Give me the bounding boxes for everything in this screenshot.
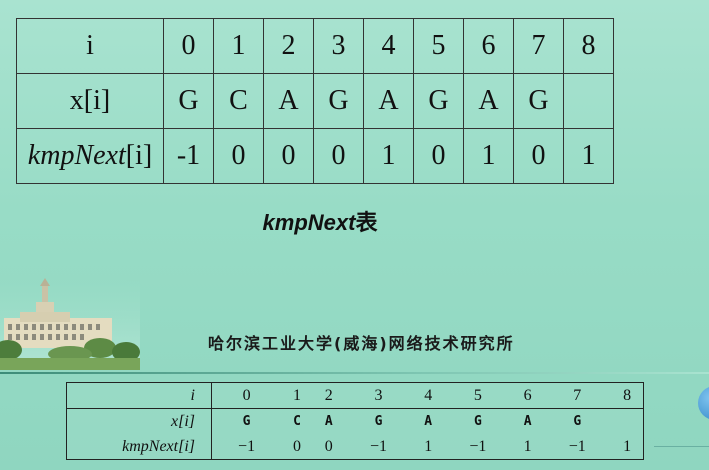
kmp-cell: 0 <box>263 128 314 184</box>
index-cell: 6 <box>463 18 514 74</box>
x-cell: C <box>293 414 301 430</box>
index-cell: 5 <box>413 18 464 74</box>
x-cell: A <box>263 73 314 129</box>
index-cell: 0 <box>211 383 282 410</box>
slide: i 0 1 2 3 4 5 6 7 8 x[i] G C A G A G A G <box>0 0 709 470</box>
kmp-cell: −1 <box>238 437 256 455</box>
kmp-cell: 1 <box>463 128 514 184</box>
x-cell: A <box>424 414 433 430</box>
x-cell: G <box>163 73 214 129</box>
index-cell: 1 <box>213 18 264 74</box>
kmp-label-suffix: [i] <box>125 140 153 171</box>
x-cell <box>611 409 643 435</box>
kmp-cell: 1 <box>424 437 433 455</box>
bottom-line <box>654 446 709 447</box>
index-cell: 6 <box>511 383 544 410</box>
index-cell: 3 <box>313 18 364 74</box>
x-cell: A <box>523 414 532 430</box>
index-cell: 2 <box>312 383 345 410</box>
index-cell: 2 <box>263 18 314 74</box>
caption-suffix: 表 <box>355 210 378 235</box>
kmp-cell: 1 <box>363 128 414 184</box>
x-cell: G <box>242 414 251 430</box>
x-label-cell: x[i] <box>16 73 164 129</box>
index-cell: 1 <box>281 383 313 410</box>
index-cell: 7 <box>543 383 612 410</box>
index-cell: 4 <box>412 383 445 410</box>
table-caption: kmpNext表 <box>0 205 640 237</box>
table-row: x[i] G C A G A G A G <box>16 73 614 129</box>
table-row: kmpNext[i] -1 0 0 0 1 0 1 0 1 <box>16 128 614 184</box>
index-cell: 7 <box>513 18 564 74</box>
table-row: kmpNext[i] −1 0 0 −1 1 −1 1 −1 1 <box>67 434 643 459</box>
x-cell: G <box>374 414 383 430</box>
index-cell: 3 <box>344 383 413 410</box>
x-cell: A <box>324 414 333 430</box>
index-cell: 8 <box>611 383 643 410</box>
x-cell: A <box>363 73 414 129</box>
kmp-cell: −1 <box>469 437 487 455</box>
kmp-cell: 0 <box>313 128 364 184</box>
header-cell: i <box>16 18 164 74</box>
kmp-cell: 1 <box>523 437 532 455</box>
divider-line <box>0 372 709 374</box>
table-row: x[i] G C A G A G A G <box>67 408 643 435</box>
kmp-main-table: i 0 1 2 3 4 5 6 7 8 x[i] G C A G A G A G <box>16 18 614 184</box>
index-cell: 4 <box>363 18 414 74</box>
x-label-cell: x[i] <box>67 408 212 435</box>
index-cell: 8 <box>563 18 614 74</box>
table-row: i 0 1 2 3 4 5 6 7 8 <box>67 383 643 410</box>
x-cell: C <box>213 73 264 129</box>
x-cell: G <box>513 73 564 129</box>
kmp-cell: 1 <box>563 128 614 184</box>
kmp-cell: -1 <box>163 128 214 184</box>
kmp-cell: 0 <box>293 437 302 455</box>
table-row: i 0 1 2 3 4 5 6 7 8 <box>16 18 614 74</box>
x-cell: A <box>463 73 514 129</box>
kmp-reference-table: i 0 1 2 3 4 5 6 7 8 x[i] G C A G A G A G… <box>66 382 644 460</box>
kmp-cell: 0 <box>513 128 564 184</box>
caption-italic: kmpNext <box>262 210 356 235</box>
campus-building-image <box>0 278 140 370</box>
kmp-cell: −1 <box>369 437 387 455</box>
circle-decoration <box>698 386 709 420</box>
institute-name: 哈尔滨工业大学(威海)网络技术研究所 <box>208 334 515 353</box>
kmp-cell: 0 <box>213 128 264 184</box>
x-cell: G <box>413 73 464 129</box>
index-cell: 0 <box>163 18 214 74</box>
kmp-cell: 0 <box>413 128 464 184</box>
x-cell <box>563 73 614 129</box>
kmp-label-italic: kmpNext <box>27 140 126 171</box>
x-cell: G <box>573 414 582 430</box>
kmp-cell: 0 <box>324 437 333 455</box>
x-cell: G <box>313 73 364 129</box>
kmp-label-cell: kmpNext[i] <box>16 128 164 184</box>
kmp-label-cell: kmpNext[i] <box>67 434 212 459</box>
kmp-cell: −1 <box>568 437 586 455</box>
x-cell: G <box>473 414 482 430</box>
kmp-cell: 1 <box>623 437 632 455</box>
header-cell: i <box>67 383 212 410</box>
index-cell: 5 <box>444 383 512 410</box>
